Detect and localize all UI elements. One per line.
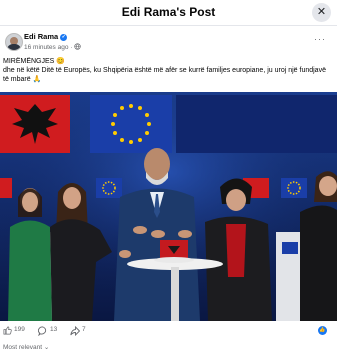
share-count[interactable]: 7 <box>82 326 86 333</box>
post-text: MIRËMËNGJES 😊 dhe në këtë Ditë të Europë… <box>3 57 333 84</box>
comment-count[interactable]: 13 <box>50 326 57 333</box>
post-dialog-header: Edi Rama's Post ✕ <box>0 0 337 26</box>
post-photo[interactable] <box>0 92 337 321</box>
like-icon[interactable] <box>3 326 12 335</box>
wall-panel <box>176 95 337 153</box>
post-meta: 16 minutes ago · <box>24 43 81 51</box>
photo-scene <box>0 92 337 321</box>
eu-flag-icon <box>90 95 172 153</box>
dialog-title: Edi Rama's Post <box>121 5 216 19</box>
albania-flag-icon <box>0 95 70 153</box>
avatar[interactable] <box>5 33 23 51</box>
meta-separator: · <box>70 44 73 51</box>
podium-eu-sign <box>282 242 298 254</box>
close-button[interactable]: ✕ <box>312 3 331 22</box>
more-options-button[interactable]: ··· <box>314 34 326 44</box>
post-timestamp[interactable]: 16 minutes ago <box>24 44 68 51</box>
avatar-shirt <box>7 44 21 50</box>
post-body: dhe në këtë Ditë të Europës, ku Shqipëri… <box>3 67 326 83</box>
like-reaction-badge-icon[interactable]: 👍 <box>318 326 327 335</box>
author-name-text[interactable]: Edi Rama <box>24 32 58 41</box>
post-greeting: MIRËMËNGJES 😊 <box>3 58 65 65</box>
like-count[interactable]: 199 <box>14 326 25 333</box>
share-icon[interactable] <box>70 326 80 336</box>
comment-icon[interactable] <box>38 326 48 336</box>
author-name[interactable]: Edi Rama ✓ <box>24 32 68 41</box>
globe-icon[interactable] <box>74 43 81 50</box>
verified-badge-icon: ✓ <box>60 33 68 41</box>
